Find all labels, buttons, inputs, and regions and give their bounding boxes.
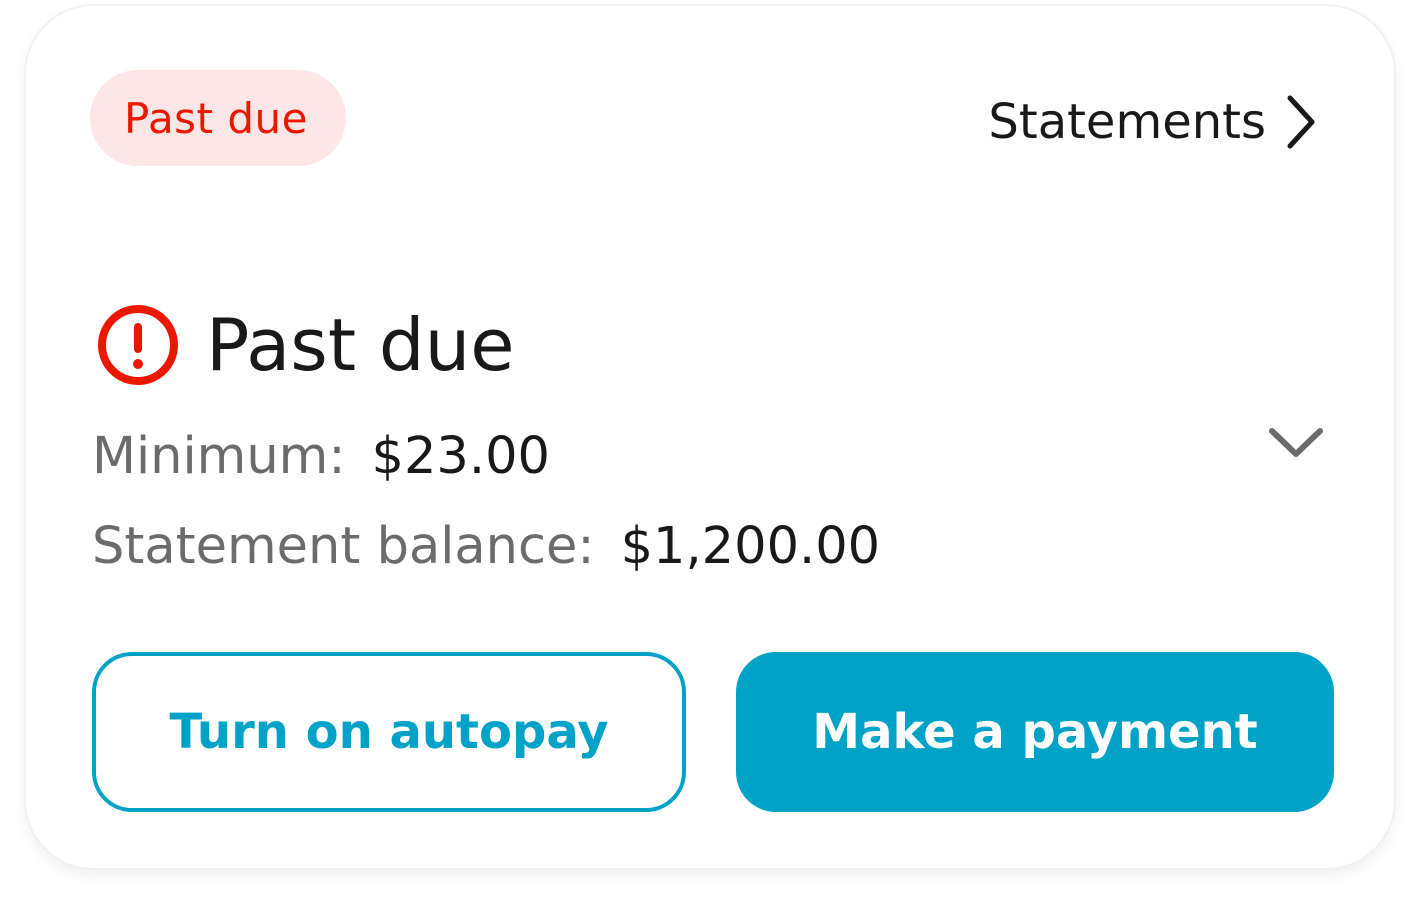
minimum-label: Minimum: [92, 426, 346, 486]
make-payment-button[interactable]: Make a payment [736, 652, 1334, 812]
statement-balance-label: Statement balance: [92, 516, 595, 576]
statement-balance-value: $1,200.00 [620, 516, 881, 576]
make-payment-label: Make a payment [812, 704, 1258, 760]
alert-circle-icon [96, 303, 180, 387]
chevron-right-icon [1284, 94, 1318, 150]
turn-on-autopay-label: Turn on autopay [169, 704, 609, 760]
minimum-payment-row: Minimum: $23.00 [92, 423, 550, 489]
chevron-down-icon [1268, 425, 1324, 463]
statement-balance-row: Statement balance: $1,200.00 [92, 513, 880, 579]
payment-status-card: Past due Statements Past due Minimum: $2… [24, 4, 1396, 870]
status-badge: Past due [90, 70, 346, 166]
status-heading: Past due [96, 300, 515, 390]
statements-link[interactable]: Statements [988, 86, 1318, 158]
turn-on-autopay-button[interactable]: Turn on autopay [92, 652, 686, 812]
status-badge-label: Past due [124, 93, 308, 143]
statements-link-label: Statements [988, 94, 1266, 150]
minimum-value: $23.00 [371, 426, 550, 486]
status-title: Past due [206, 303, 515, 387]
expand-details-button[interactable] [1264, 412, 1328, 476]
